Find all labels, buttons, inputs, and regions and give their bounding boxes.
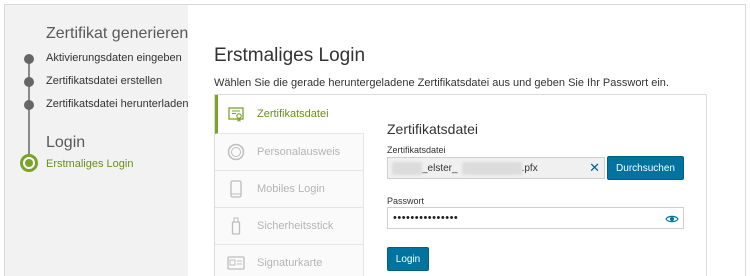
phone-icon <box>227 180 245 198</box>
progress-sidebar: Zertifikat generieren Aktivierungsdaten … <box>5 5 188 276</box>
app-frame: Zertifikat generieren Aktivierungsdaten … <box>4 4 746 276</box>
password-input[interactable]: ••••••••••••••• <box>387 207 684 229</box>
tab-label: Sicherheitsstick <box>257 220 334 232</box>
section-title-login: Login <box>46 134 86 151</box>
page-description: Wählen Sie die gerade heruntergeladene Z… <box>214 77 669 89</box>
step-dot <box>24 100 34 110</box>
file-field-label: Zertifikatsdatei <box>387 145 446 155</box>
tab-certificate-file[interactable]: Zertifikatsdatei <box>215 95 364 134</box>
step-download-certificate: Zertifikatsdatei herunterladen <box>46 98 189 110</box>
page-title: Erstmaliges Login <box>214 45 366 66</box>
step-activation-data: Aktivierungsdaten eingeben <box>46 52 182 64</box>
file-name-part: _elster_ <box>422 162 458 174</box>
password-field-label: Passwort <box>387 196 425 206</box>
form-title: Zertifikatsdatei <box>387 121 479 137</box>
clear-file-button[interactable]: ✕ <box>589 161 600 175</box>
file-extension: .pfx <box>521 162 538 174</box>
stepper-line <box>28 57 30 169</box>
section-title-generate: Zertifikat generieren <box>46 25 189 42</box>
step-dot <box>24 77 34 87</box>
certificate-file-field[interactable]: _elster_ .pfx ✕ <box>387 157 605 179</box>
login-method-tabs: Zertifikatsdatei Personalausweis Mobiles… <box>215 95 364 276</box>
step-dot <box>24 54 34 64</box>
show-password-icon[interactable] <box>665 212 679 226</box>
browse-button[interactable]: Durchsuchen <box>607 156 684 180</box>
id-card-icon <box>227 143 245 161</box>
tab-signature-card[interactable]: Signaturkarte <box>215 245 364 276</box>
tab-label: Personalausweis <box>257 146 341 158</box>
password-value: ••••••••••••••• <box>393 212 459 224</box>
tab-mobile-login[interactable]: Mobiles Login <box>215 171 364 208</box>
usb-stick-icon <box>227 217 245 235</box>
step-create-certificate: Zertifikatsdatei erstellen <box>46 75 163 87</box>
tab-label: Signaturkarte <box>257 257 323 269</box>
tab-label: Zertifikatsdatei <box>257 108 329 120</box>
login-button[interactable]: Login <box>387 247 429 271</box>
login-panel: Zertifikatsdatei Personalausweis Mobiles… <box>214 94 707 276</box>
tab-id-card[interactable]: Personalausweis <box>215 134 364 171</box>
redacted-text <box>392 161 422 175</box>
certificate-icon <box>227 105 245 123</box>
redacted-text <box>461 161 522 175</box>
main-content: Erstmaliges Login Wählen Sie die gerade … <box>188 5 745 276</box>
step-first-login: Erstmaliges Login <box>46 158 134 170</box>
tab-security-stick[interactable]: Sicherheitsstick <box>215 208 364 245</box>
signature-card-icon <box>227 254 245 272</box>
active-step-indicator <box>20 154 38 172</box>
tab-label: Mobiles Login <box>257 183 325 195</box>
